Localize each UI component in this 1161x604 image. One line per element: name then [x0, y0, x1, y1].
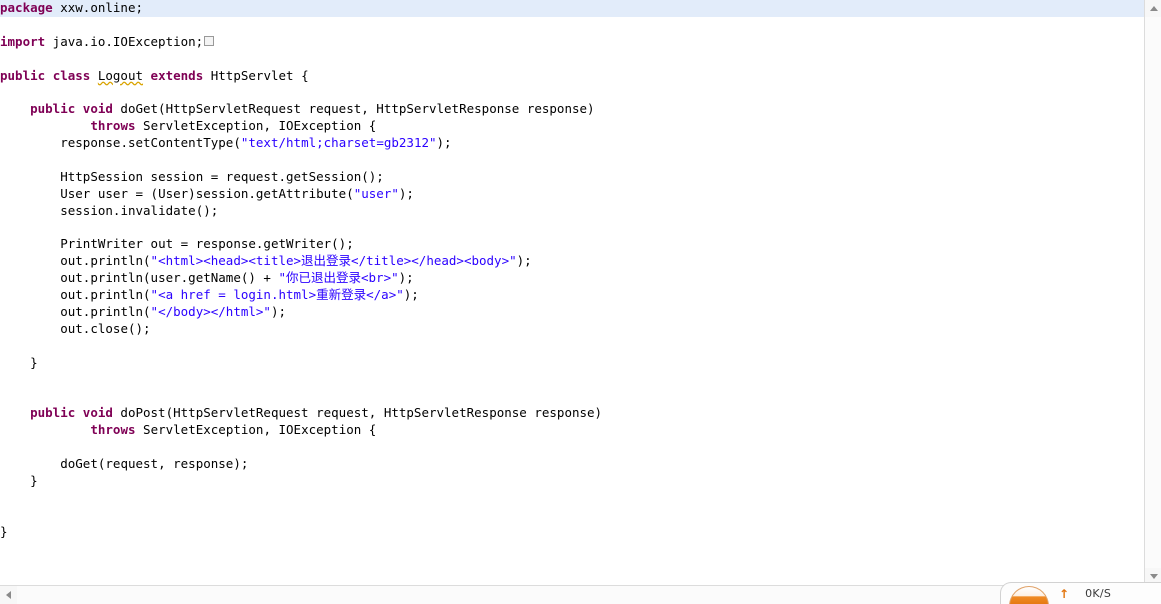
code-line[interactable]: } [0, 524, 1144, 541]
code-token-kw: public [30, 101, 76, 117]
code-line[interactable] [0, 17, 1144, 34]
code-token-plain: ); [403, 287, 419, 303]
code-line[interactable]: throws ServletException, IOException { [0, 118, 1144, 135]
code-line[interactable]: out.println("</body></html>"); [0, 304, 1144, 321]
vertical-scrollbar[interactable] [1144, 0, 1161, 585]
code-token-kw: extends [150, 67, 204, 83]
code-token-plain: out.println(user.getName() + [60, 270, 279, 286]
code-token-str: "text/html;charset=gb2312" [240, 135, 437, 151]
code-line[interactable]: out.println("<a href = login.html>重新登录</… [0, 287, 1144, 304]
code-token-plain: ServletException, IOException { [135, 118, 377, 134]
code-token-plain: HttpSession session = request.getSession… [60, 168, 384, 184]
code-line[interactable] [0, 84, 1144, 101]
code-line[interactable]: doGet(request, response); [0, 456, 1144, 473]
code-token-kw: public [0, 67, 46, 83]
code-token-plain: ); [398, 270, 414, 286]
code-token-plain: doPost(HttpServletRequest request, HttpS… [112, 405, 603, 421]
code-line[interactable]: import java.io.IOException; [0, 34, 1144, 51]
code-token-plain: ); [270, 304, 287, 320]
code-token-kw: class [52, 67, 91, 83]
chevron-left-icon [6, 591, 11, 599]
code-line[interactable] [0, 372, 1144, 389]
code-token-plain: HttpServlet { [203, 67, 309, 83]
code-line[interactable]: } [0, 355, 1144, 372]
code-token-plain: } [0, 523, 8, 539]
code-token-kw: throws [90, 422, 136, 438]
chevron-up-icon [1149, 6, 1158, 11]
code-token-plain: out.println( [60, 304, 151, 320]
code-token-plain: ServletException, IOException { [135, 422, 377, 438]
code-token-plain: out.println( [60, 253, 151, 269]
code-token-str: "<html><head><title>退出登录</title></head><… [150, 253, 517, 269]
code-line[interactable]: public void doGet(HttpServletRequest req… [0, 101, 1144, 118]
code-editor-window: package xxw.online; import java.io.IOExc… [0, 0, 1161, 604]
code-token-str: "</body></html>" [150, 304, 271, 320]
code-token-plain: } [30, 354, 38, 370]
chevron-down-icon [1149, 574, 1158, 579]
code-token-kw: package [0, 0, 53, 15]
code-token-plain: xxw.online; [52, 0, 143, 15]
code-line[interactable] [0, 152, 1144, 169]
network-speed-widget[interactable]: ↑ 0K/S [1000, 582, 1161, 604]
code-line[interactable]: public class Logout extends HttpServlet … [0, 68, 1144, 85]
code-token-plain: doGet(request, response); [60, 456, 249, 472]
code-token-plain: java.io.IOException; [45, 33, 204, 49]
code-token-str: "你已退出登录<br>" [278, 270, 399, 286]
code-line[interactable] [0, 490, 1144, 507]
scroll-left-button[interactable] [0, 586, 17, 604]
code-line[interactable]: public void doPost(HttpServletRequest re… [0, 405, 1144, 422]
code-editor-surface[interactable]: package xxw.online; import java.io.IOExc… [0, 0, 1144, 585]
code-token-kw: void [82, 101, 113, 117]
code-line[interactable]: PrintWriter out = response.getWriter(); [0, 236, 1144, 253]
code-token-plain: PrintWriter out = response.getWriter(); [60, 236, 354, 252]
code-line[interactable]: out.close(); [0, 321, 1144, 338]
code-line[interactable]: HttpSession session = request.getSession… [0, 169, 1144, 186]
network-orb-icon [1009, 585, 1049, 604]
code-token-plain: ); [436, 135, 452, 151]
code-token-plain: response.setContentType( [60, 135, 241, 151]
code-line[interactable]: package xxw.online; [0, 0, 1144, 17]
code-token-kw: void [82, 405, 113, 421]
scroll-up-button[interactable] [1145, 0, 1161, 17]
code-line[interactable] [0, 388, 1144, 405]
code-line[interactable]: User user = (User)session.getAttribute("… [0, 186, 1144, 203]
code-token-str: "user" [353, 185, 399, 201]
code-token-plain: ); [516, 253, 532, 269]
code-token-str: "<a href = login.html>重新登录</a>" [150, 287, 404, 303]
code-token-plain: doGet(HttpServletRequest request, HttpSe… [112, 101, 595, 117]
code-line[interactable] [0, 338, 1144, 355]
code-fold-marker-icon[interactable] [204, 36, 215, 47]
code-token-kw: import [0, 33, 46, 49]
network-speed-label: 0K/S [1085, 587, 1112, 600]
code-line[interactable] [0, 51, 1144, 68]
code-token-plain: } [30, 472, 38, 488]
horizontal-scrollbar[interactable] [0, 585, 1144, 604]
code-line[interactable]: } [0, 473, 1144, 490]
code-token-plain: session.invalidate(); [60, 202, 219, 218]
code-token-plain: User user = (User)session.getAttribute( [60, 185, 354, 201]
code-line[interactable] [0, 507, 1144, 524]
code-line[interactable]: session.invalidate(); [0, 203, 1144, 220]
code-token-kw: throws [90, 118, 136, 134]
code-line[interactable] [0, 439, 1144, 456]
code-line[interactable] [0, 220, 1144, 237]
vertical-scrollbar-track[interactable] [1145, 17, 1161, 568]
code-line[interactable]: throws ServletException, IOException { [0, 422, 1144, 439]
code-line[interactable]: out.println(user.getName() + "你已退出登录<br>… [0, 270, 1144, 287]
upload-arrow-icon: ↑ [1059, 586, 1070, 601]
code-token-plain: ); [398, 185, 414, 201]
horizontal-scrollbar-track[interactable] [17, 586, 1144, 604]
code-token-plain: out.println( [60, 287, 151, 303]
code-token-err: Logout [97, 67, 144, 83]
code-line[interactable]: out.println("<html><head><title>退出登录</ti… [0, 253, 1144, 270]
code-token-kw: public [30, 405, 76, 421]
code-token-plain: out.close(); [60, 320, 151, 336]
code-line[interactable]: response.setContentType("text/html;chars… [0, 135, 1144, 152]
